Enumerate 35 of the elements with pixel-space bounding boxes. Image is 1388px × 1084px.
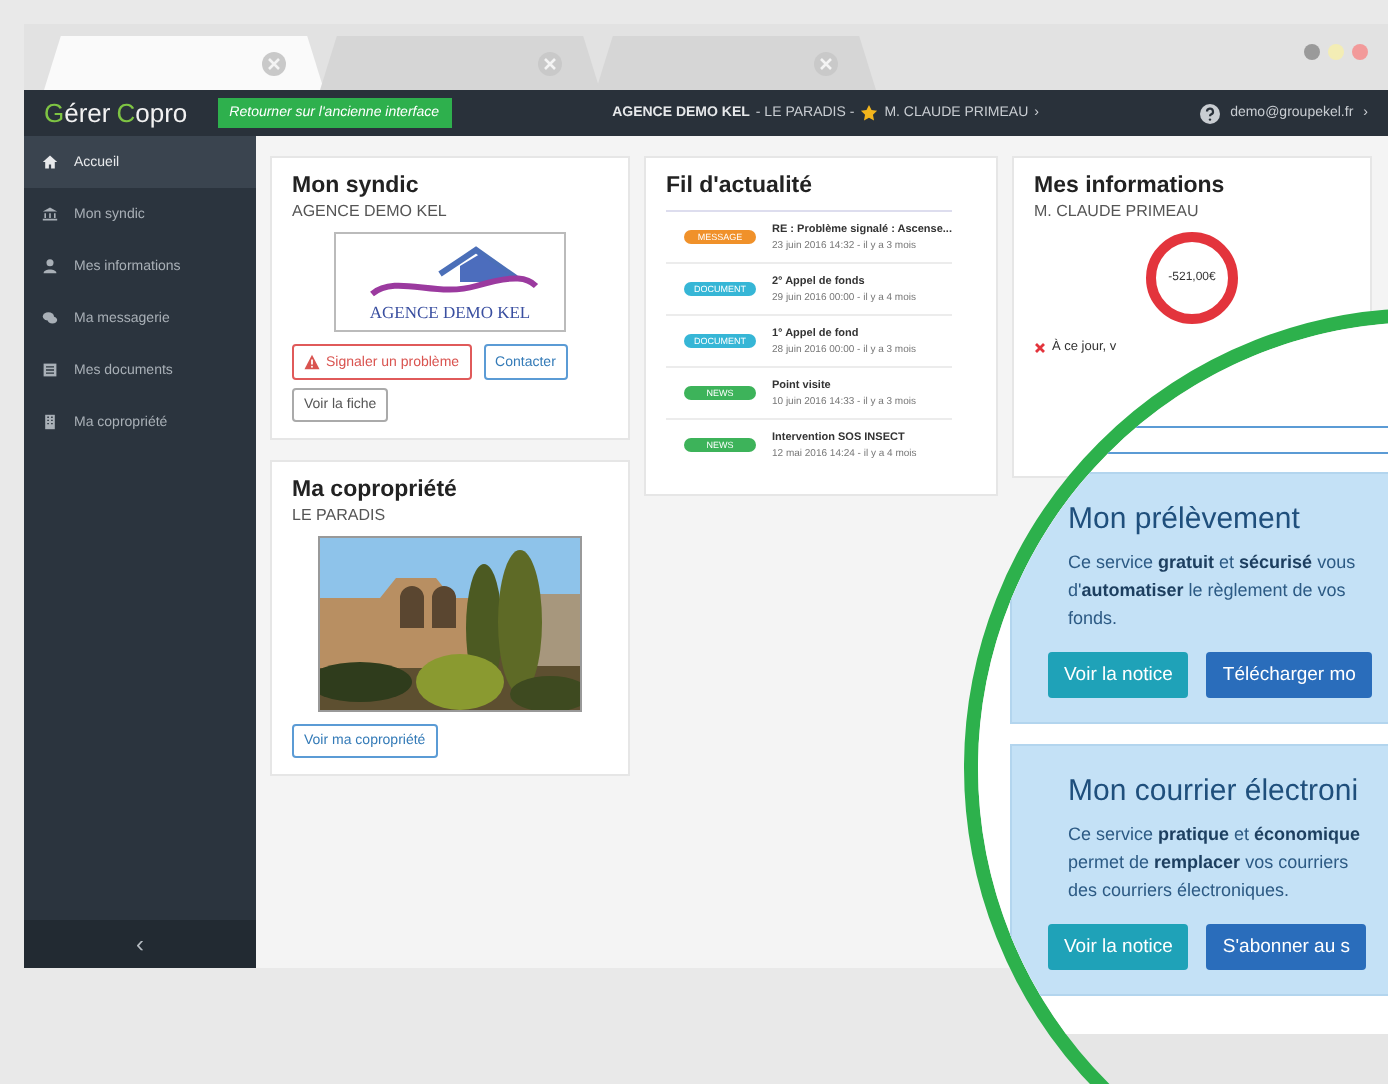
button[interactable]: S'abonner au s bbox=[1206, 924, 1367, 970]
book-icon bbox=[42, 362, 58, 378]
close-icon[interactable] bbox=[260, 49, 288, 77]
card-title: Fil d'actualité bbox=[666, 174, 815, 198]
property-name: LE PARADIS bbox=[292, 506, 388, 524]
close-icon[interactable] bbox=[1352, 44, 1368, 60]
user-icon bbox=[42, 258, 58, 274]
panel-title: Mon prélèvement bbox=[1068, 502, 1302, 536]
collapse-button[interactable]: ‹ bbox=[24, 920, 256, 968]
maximize-icon[interactable] bbox=[1328, 44, 1344, 60]
building-icon bbox=[42, 414, 58, 430]
agency-logo: AGENCE DEMO KEL bbox=[334, 232, 566, 332]
agency-name: AGENCE DEMO KEL bbox=[292, 202, 449, 220]
browser-tab[interactable] bbox=[596, 36, 876, 90]
home-icon bbox=[42, 154, 58, 170]
button[interactable]: Télécharger mo bbox=[1206, 652, 1372, 698]
browser-tab[interactable] bbox=[320, 36, 600, 90]
browser-tab[interactable] bbox=[44, 36, 324, 90]
card-title: Mon syndic bbox=[292, 174, 421, 198]
bank-icon bbox=[42, 206, 58, 222]
card-title: Mes informations bbox=[1034, 174, 1227, 198]
close-icon[interactable] bbox=[536, 49, 564, 77]
chat-icon bbox=[42, 310, 58, 326]
panel-description: Ce service pratique et économique permet de remplacer vos courriers des courriers électroniques. bbox=[1068, 822, 1363, 904]
owner-name: M. CLAUDE PRIMEAU bbox=[1034, 202, 1201, 220]
logo: Gérer Copro bbox=[44, 98, 190, 128]
panel-title: Mon courrier électroni bbox=[1068, 774, 1361, 808]
warning-icon bbox=[304, 354, 320, 370]
card-title: Ma copropriété bbox=[292, 478, 459, 502]
help-icon[interactable] bbox=[1200, 103, 1221, 123]
close-icon[interactable] bbox=[812, 49, 840, 77]
minimize-icon[interactable] bbox=[1304, 44, 1320, 60]
cross-icon bbox=[1034, 342, 1046, 354]
panel-description: Ce service gratuit et sécurisé vous d'automatiser le règlement de vos fonds. bbox=[1068, 550, 1358, 632]
star-icon bbox=[860, 104, 879, 122]
